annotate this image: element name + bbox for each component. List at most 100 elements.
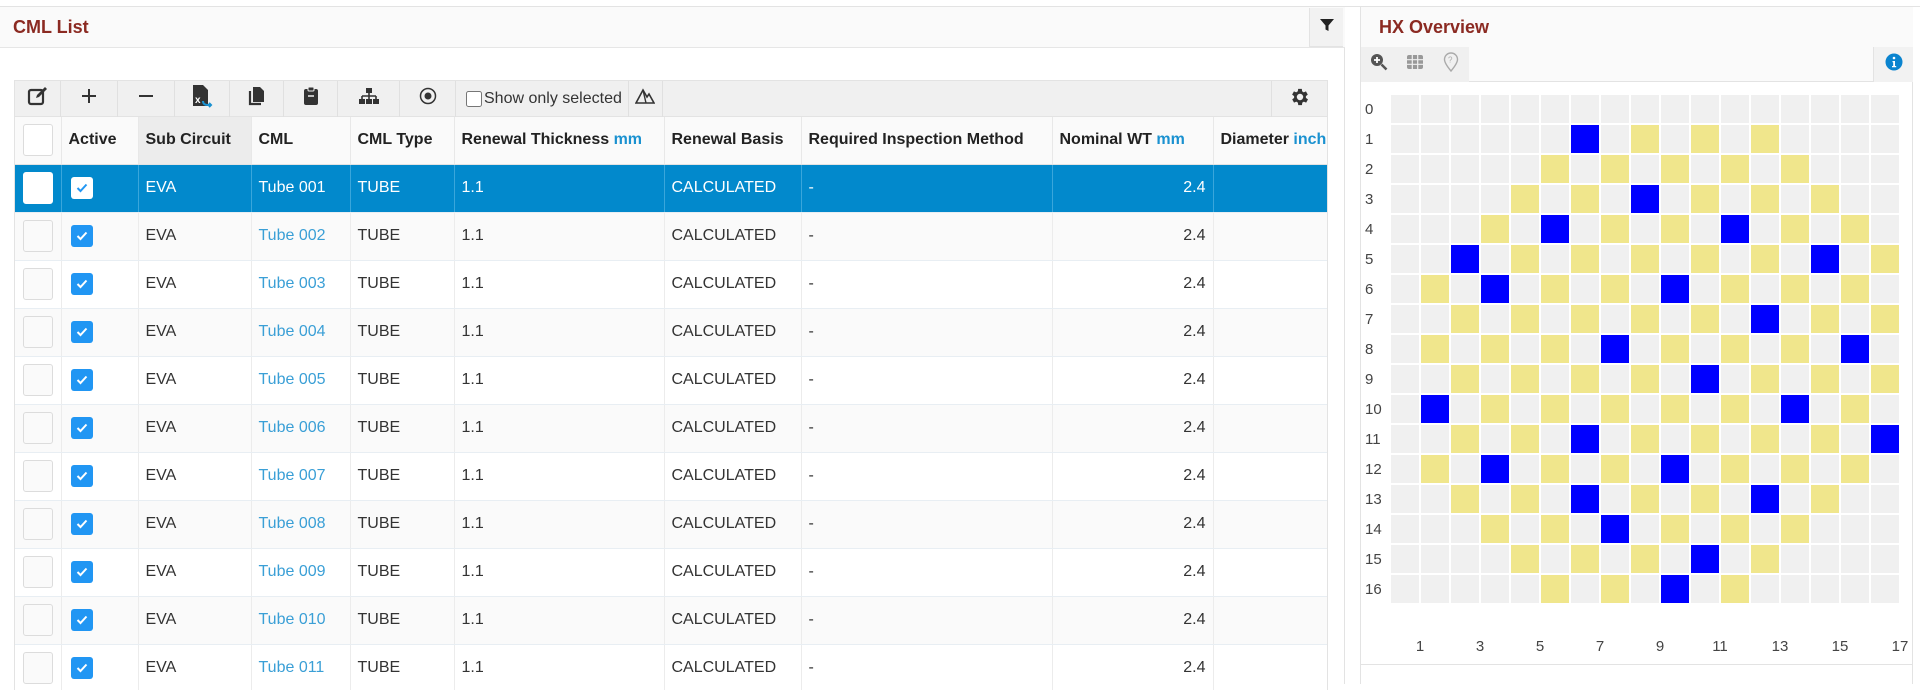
tube-cell-empty[interactable] bbox=[1661, 425, 1689, 453]
table-row[interactable]: EVA Tube 010 TUBE 1.1 CALCULATED -2.4 bbox=[15, 596, 1327, 645]
tube-cell-yellow[interactable] bbox=[1751, 125, 1779, 153]
tube-cell-empty[interactable] bbox=[1721, 125, 1749, 153]
row-select-cell[interactable] bbox=[15, 308, 62, 357]
tube-cell-yellow[interactable] bbox=[1781, 155, 1809, 183]
tube-cell-yellow[interactable] bbox=[1661, 335, 1689, 363]
tube-cell-empty[interactable] bbox=[1781, 245, 1809, 273]
tube-cell-yellow[interactable] bbox=[1811, 305, 1839, 333]
tube-cell-yellow[interactable] bbox=[1781, 455, 1809, 483]
tube-cell-empty[interactable] bbox=[1481, 155, 1509, 183]
row-select-cell[interactable] bbox=[15, 548, 62, 597]
tube-cell-empty[interactable] bbox=[1601, 485, 1629, 513]
tube-cell-yellow[interactable] bbox=[1631, 125, 1659, 153]
tube-cell-empty[interactable] bbox=[1751, 335, 1779, 363]
tube-cell-empty[interactable] bbox=[1481, 575, 1509, 603]
tube-cell-empty[interactable] bbox=[1841, 425, 1869, 453]
tube-cell-empty[interactable] bbox=[1391, 545, 1419, 573]
cml-link[interactable]: Tube 009 bbox=[251, 548, 351, 597]
table-row[interactable]: EVA Tube 006 TUBE 1.1 CALCULATED -2.4 bbox=[15, 404, 1327, 453]
tube-cell-empty[interactable] bbox=[1871, 275, 1899, 303]
row-select-box[interactable] bbox=[22, 412, 53, 444]
tube-cell-empty[interactable] bbox=[1691, 515, 1719, 543]
column-header-nominal-wt[interactable]: Nominal WT mm bbox=[1052, 117, 1214, 165]
tube-cell-empty[interactable] bbox=[1391, 305, 1419, 333]
tube-cell-empty[interactable] bbox=[1391, 185, 1419, 213]
tube-cell-empty[interactable] bbox=[1841, 515, 1869, 543]
tube-cell-empty[interactable] bbox=[1631, 335, 1659, 363]
tube-cell-empty[interactable] bbox=[1841, 155, 1869, 183]
tube-cell-blue[interactable] bbox=[1481, 455, 1509, 483]
tube-cell-yellow[interactable] bbox=[1631, 425, 1659, 453]
tube-cell-empty[interactable] bbox=[1511, 215, 1539, 243]
tube-cell-yellow[interactable] bbox=[1571, 185, 1599, 213]
tube-cell-empty[interactable] bbox=[1421, 485, 1449, 513]
tube-cell-empty[interactable] bbox=[1841, 575, 1869, 603]
cml-link[interactable]: Tube 008 bbox=[251, 500, 351, 549]
tube-cell-empty[interactable] bbox=[1451, 395, 1479, 423]
cml-link[interactable]: Tube 006 bbox=[251, 404, 351, 453]
cml-link[interactable]: Tube 010 bbox=[251, 596, 351, 645]
tube-cell-empty[interactable] bbox=[1751, 155, 1779, 183]
row-select-cell[interactable] bbox=[15, 500, 62, 549]
tube-cell-blue[interactable] bbox=[1691, 365, 1719, 393]
tube-cell-blue[interactable] bbox=[1841, 335, 1869, 363]
tube-cell-empty[interactable] bbox=[1391, 575, 1419, 603]
tube-cell-yellow[interactable] bbox=[1691, 425, 1719, 453]
tube-cell-yellow[interactable] bbox=[1631, 305, 1659, 333]
table-row[interactable]: EVA Tube 007 TUBE 1.1 CALCULATED -2.4 bbox=[15, 452, 1327, 501]
target-button[interactable] bbox=[400, 81, 456, 117]
add-button[interactable] bbox=[61, 81, 118, 117]
tube-cell-empty[interactable] bbox=[1391, 455, 1419, 483]
tube-cell-empty[interactable] bbox=[1691, 395, 1719, 423]
tube-cell-empty[interactable] bbox=[1811, 335, 1839, 363]
row-select-box[interactable] bbox=[22, 604, 53, 636]
tube-cell-empty[interactable] bbox=[1661, 185, 1689, 213]
mountain-button[interactable] bbox=[629, 81, 663, 117]
tube-cell-empty[interactable] bbox=[1601, 545, 1629, 573]
tube-cell-empty[interactable] bbox=[1811, 545, 1839, 573]
tube-cell-yellow[interactable] bbox=[1871, 365, 1899, 393]
active-checkbox[interactable] bbox=[70, 177, 93, 199]
tube-cell-yellow[interactable] bbox=[1601, 575, 1629, 603]
row-select-box[interactable] bbox=[22, 220, 53, 252]
tube-cell-yellow[interactable] bbox=[1541, 575, 1569, 603]
tube-cell-yellow[interactable] bbox=[1481, 335, 1509, 363]
copy-button[interactable] bbox=[230, 81, 284, 117]
tube-cell-empty[interactable] bbox=[1631, 575, 1659, 603]
tube-cell-empty[interactable] bbox=[1451, 155, 1479, 183]
tube-cell-empty[interactable] bbox=[1541, 545, 1569, 573]
tube-cell-yellow[interactable] bbox=[1451, 485, 1479, 513]
cml-link[interactable]: Tube 005 bbox=[251, 356, 351, 405]
tube-cell-yellow[interactable] bbox=[1721, 575, 1749, 603]
tube-cell-empty[interactable] bbox=[1661, 125, 1689, 153]
tube-cell-empty[interactable] bbox=[1511, 455, 1539, 483]
tube-cell-yellow[interactable] bbox=[1541, 155, 1569, 183]
tube-cell-empty[interactable] bbox=[1871, 545, 1899, 573]
tube-cell-empty[interactable] bbox=[1391, 425, 1419, 453]
tube-cell-yellow[interactable] bbox=[1421, 335, 1449, 363]
tube-cell-empty[interactable] bbox=[1841, 245, 1869, 273]
tube-cell-empty[interactable] bbox=[1841, 485, 1869, 513]
tube-cell-yellow[interactable] bbox=[1841, 275, 1869, 303]
row-select-box[interactable] bbox=[22, 172, 53, 204]
tube-cell-empty[interactable] bbox=[1691, 335, 1719, 363]
tube-cell-blue[interactable] bbox=[1631, 185, 1659, 213]
table-row[interactable]: EVA Tube 005 TUBE 1.1 CALCULATED -2.4 bbox=[15, 356, 1327, 405]
tube-cell-empty[interactable] bbox=[1571, 335, 1599, 363]
tube-cell-yellow[interactable] bbox=[1571, 545, 1599, 573]
tube-cell-blue[interactable] bbox=[1661, 275, 1689, 303]
tube-cell-empty[interactable] bbox=[1751, 575, 1779, 603]
tube-cell-empty[interactable] bbox=[1571, 395, 1599, 423]
tube-cell-empty[interactable] bbox=[1421, 95, 1449, 123]
tube-cell-yellow[interactable] bbox=[1421, 455, 1449, 483]
tube-cell-blue[interactable] bbox=[1751, 305, 1779, 333]
tube-cell-yellow[interactable] bbox=[1601, 155, 1629, 183]
tube-cell-empty[interactable] bbox=[1781, 575, 1809, 603]
tube-cell-empty[interactable] bbox=[1631, 395, 1659, 423]
tube-cell-empty[interactable] bbox=[1421, 245, 1449, 273]
tube-cell-yellow[interactable] bbox=[1781, 515, 1809, 543]
tube-cell-yellow[interactable] bbox=[1541, 515, 1569, 543]
row-select-cell[interactable] bbox=[15, 356, 62, 405]
tube-cell-yellow[interactable] bbox=[1751, 425, 1779, 453]
column-header-sub-circuit[interactable]: Sub Circuit bbox=[138, 117, 252, 165]
